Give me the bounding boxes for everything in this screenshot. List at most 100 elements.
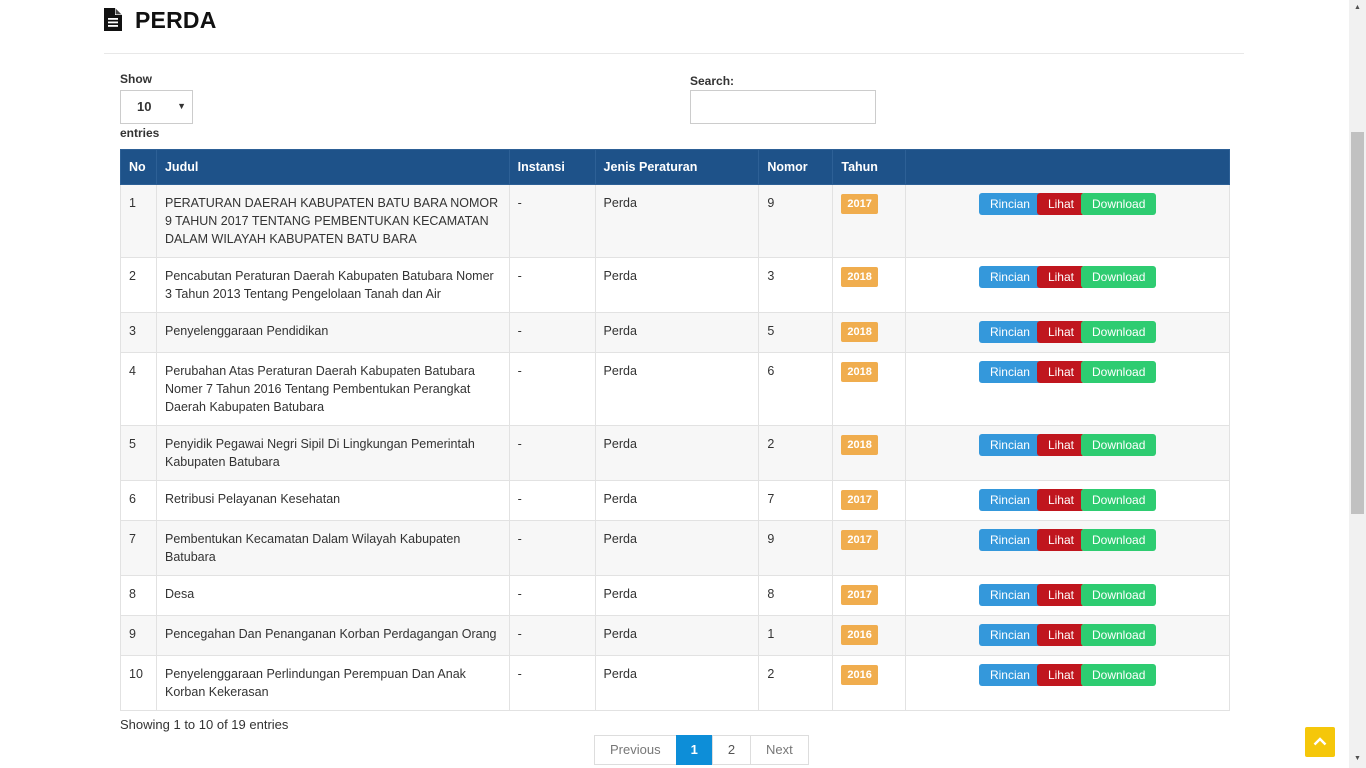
cell-judul: Retribusi Pelayanan Kesehatan [155, 480, 510, 521]
header-instansi[interactable]: Instansi [508, 149, 596, 185]
cell-jenis-peraturan: Perda [594, 480, 760, 521]
cell-actions: Rincian Lihat Download [905, 352, 1230, 426]
lihat-button[interactable]: Lihat [1036, 321, 1085, 343]
rincian-button[interactable]: Rincian [978, 361, 1041, 383]
cell-instansi: - [508, 257, 596, 313]
header-no[interactable]: No [120, 149, 157, 185]
next-page-button[interactable]: Next [750, 735, 809, 765]
search-label: Search: [690, 74, 735, 88]
cell-tahun: 2018 [832, 352, 907, 426]
table-row: 7 Pembentukan Kecamatan Dalam Wilayah Kab… [120, 520, 1230, 576]
header-nomor[interactable]: Nomor [758, 149, 834, 185]
lihat-button[interactable]: Lihat [1036, 624, 1085, 646]
header-judul[interactable]: Judul [155, 149, 510, 185]
cell-no: 9 [120, 615, 157, 656]
cell-nomor: 5 [758, 312, 834, 353]
lihat-button[interactable]: Lihat [1036, 664, 1085, 686]
entries-select[interactable]: 10 ▼ [120, 90, 193, 124]
cell-judul: Penyidik Pegawai Negri Sipil Di Lingkung… [155, 425, 510, 481]
rincian-button[interactable]: Rincian [978, 266, 1041, 288]
cell-actions: Rincian Lihat Download [905, 575, 1230, 616]
search-input[interactable] [690, 90, 876, 124]
lihat-button[interactable]: Lihat [1036, 193, 1085, 215]
cell-nomor: 9 [758, 184, 834, 258]
search-control: Search: [690, 72, 876, 124]
cell-actions: Rincian Lihat Download [905, 425, 1230, 481]
lihat-button[interactable]: Lihat [1036, 489, 1085, 511]
cell-tahun: 2018 [832, 312, 907, 353]
cell-judul: PERATURAN DAERAH KABUPATEN BATU BARA NOM… [155, 184, 510, 258]
scroll-down-icon[interactable]: ▼ [1354, 755, 1361, 762]
rincian-button[interactable]: Rincian [978, 529, 1041, 551]
cell-jenis-peraturan: Perda [594, 575, 760, 616]
cell-actions: Rincian Lihat Download [905, 312, 1230, 353]
year-badge: 2018 [841, 435, 878, 455]
cell-tahun: 2016 [832, 615, 907, 656]
year-badge: 2018 [841, 362, 878, 382]
download-button[interactable]: Download [1081, 489, 1157, 511]
entries-length-control: Show 10 ▼ entries [120, 72, 193, 140]
lihat-button[interactable]: Lihat [1036, 266, 1085, 288]
lihat-button[interactable]: Lihat [1036, 434, 1085, 456]
scroll-up-icon[interactable]: ▲ [1354, 4, 1361, 11]
previous-page-button[interactable]: Previous [594, 735, 677, 765]
rincian-button[interactable]: Rincian [978, 321, 1041, 343]
download-button[interactable]: Download [1081, 664, 1157, 686]
lihat-button[interactable]: Lihat [1036, 361, 1085, 383]
year-badge: 2017 [841, 585, 878, 605]
cell-instansi: - [508, 520, 596, 576]
download-button[interactable]: Download [1081, 193, 1157, 215]
cell-judul: Pembentukan Kecamatan Dalam Wilayah Kabu… [155, 520, 510, 576]
rincian-button[interactable]: Rincian [978, 489, 1041, 511]
cell-no: 1 [120, 184, 157, 258]
year-badge: 2017 [841, 490, 878, 510]
download-button[interactable]: Download [1081, 529, 1157, 551]
cell-jenis-peraturan: Perda [594, 425, 760, 481]
year-badge: 2018 [841, 322, 878, 342]
table-row: 9 Pencegahan Dan Penanganan Korban Perdag… [120, 615, 1230, 656]
download-button[interactable]: Download [1081, 624, 1157, 646]
cell-instansi: - [508, 655, 596, 711]
cell-nomor: 2 [758, 655, 834, 711]
rincian-button[interactable]: Rincian [978, 193, 1041, 215]
cell-instansi: - [508, 615, 596, 656]
cell-jenis-peraturan: Perda [594, 520, 760, 576]
header-jenis-peraturan[interactable]: Jenis Peraturan [594, 149, 760, 185]
download-button[interactable]: Download [1081, 321, 1157, 343]
vertical-scrollbar[interactable]: ▲ ▼ [1349, 0, 1366, 768]
lihat-button[interactable]: Lihat [1036, 584, 1085, 606]
lihat-button[interactable]: Lihat [1036, 529, 1085, 551]
page-button-1[interactable]: 1 [675, 735, 713, 765]
cell-no: 4 [120, 352, 157, 426]
page-button-2[interactable]: 2 [711, 735, 752, 765]
cell-nomor: 2 [758, 425, 834, 481]
back-to-top-button[interactable] [1305, 727, 1335, 757]
rincian-button[interactable]: Rincian [978, 584, 1041, 606]
cell-actions: Rincian Lihat Download [905, 480, 1230, 521]
download-button[interactable]: Download [1081, 434, 1157, 456]
cell-actions: Rincian Lihat Download [905, 615, 1230, 656]
download-button[interactable]: Download [1081, 584, 1157, 606]
download-button[interactable]: Download [1081, 361, 1157, 383]
cell-instansi: - [508, 312, 596, 353]
cell-no: 5 [120, 425, 157, 481]
cell-tahun: 2018 [832, 257, 907, 313]
cell-nomor: 6 [758, 352, 834, 426]
cell-nomor: 7 [758, 480, 834, 521]
header-actions[interactable] [905, 149, 1230, 185]
cell-actions: Rincian Lihat Download [905, 520, 1230, 576]
cell-judul: Penyelenggaraan Perlindungan Perempuan D… [155, 655, 510, 711]
download-button[interactable]: Download [1081, 266, 1157, 288]
rincian-button[interactable]: Rincian [978, 434, 1041, 456]
caret-down-icon: ▼ [177, 101, 186, 111]
header-tahun[interactable]: Tahun [832, 149, 907, 185]
rincian-button[interactable]: Rincian [978, 624, 1041, 646]
year-badge: 2017 [841, 194, 878, 214]
scrollbar-thumb[interactable] [1351, 132, 1364, 514]
cell-no: 7 [120, 520, 157, 576]
show-label: Show [120, 72, 152, 86]
cell-actions: Rincian Lihat Download [905, 184, 1230, 258]
rincian-button[interactable]: Rincian [978, 664, 1041, 686]
cell-no: 6 [120, 480, 157, 521]
table-info: Showing 1 to 10 of 19 entries [120, 717, 289, 732]
